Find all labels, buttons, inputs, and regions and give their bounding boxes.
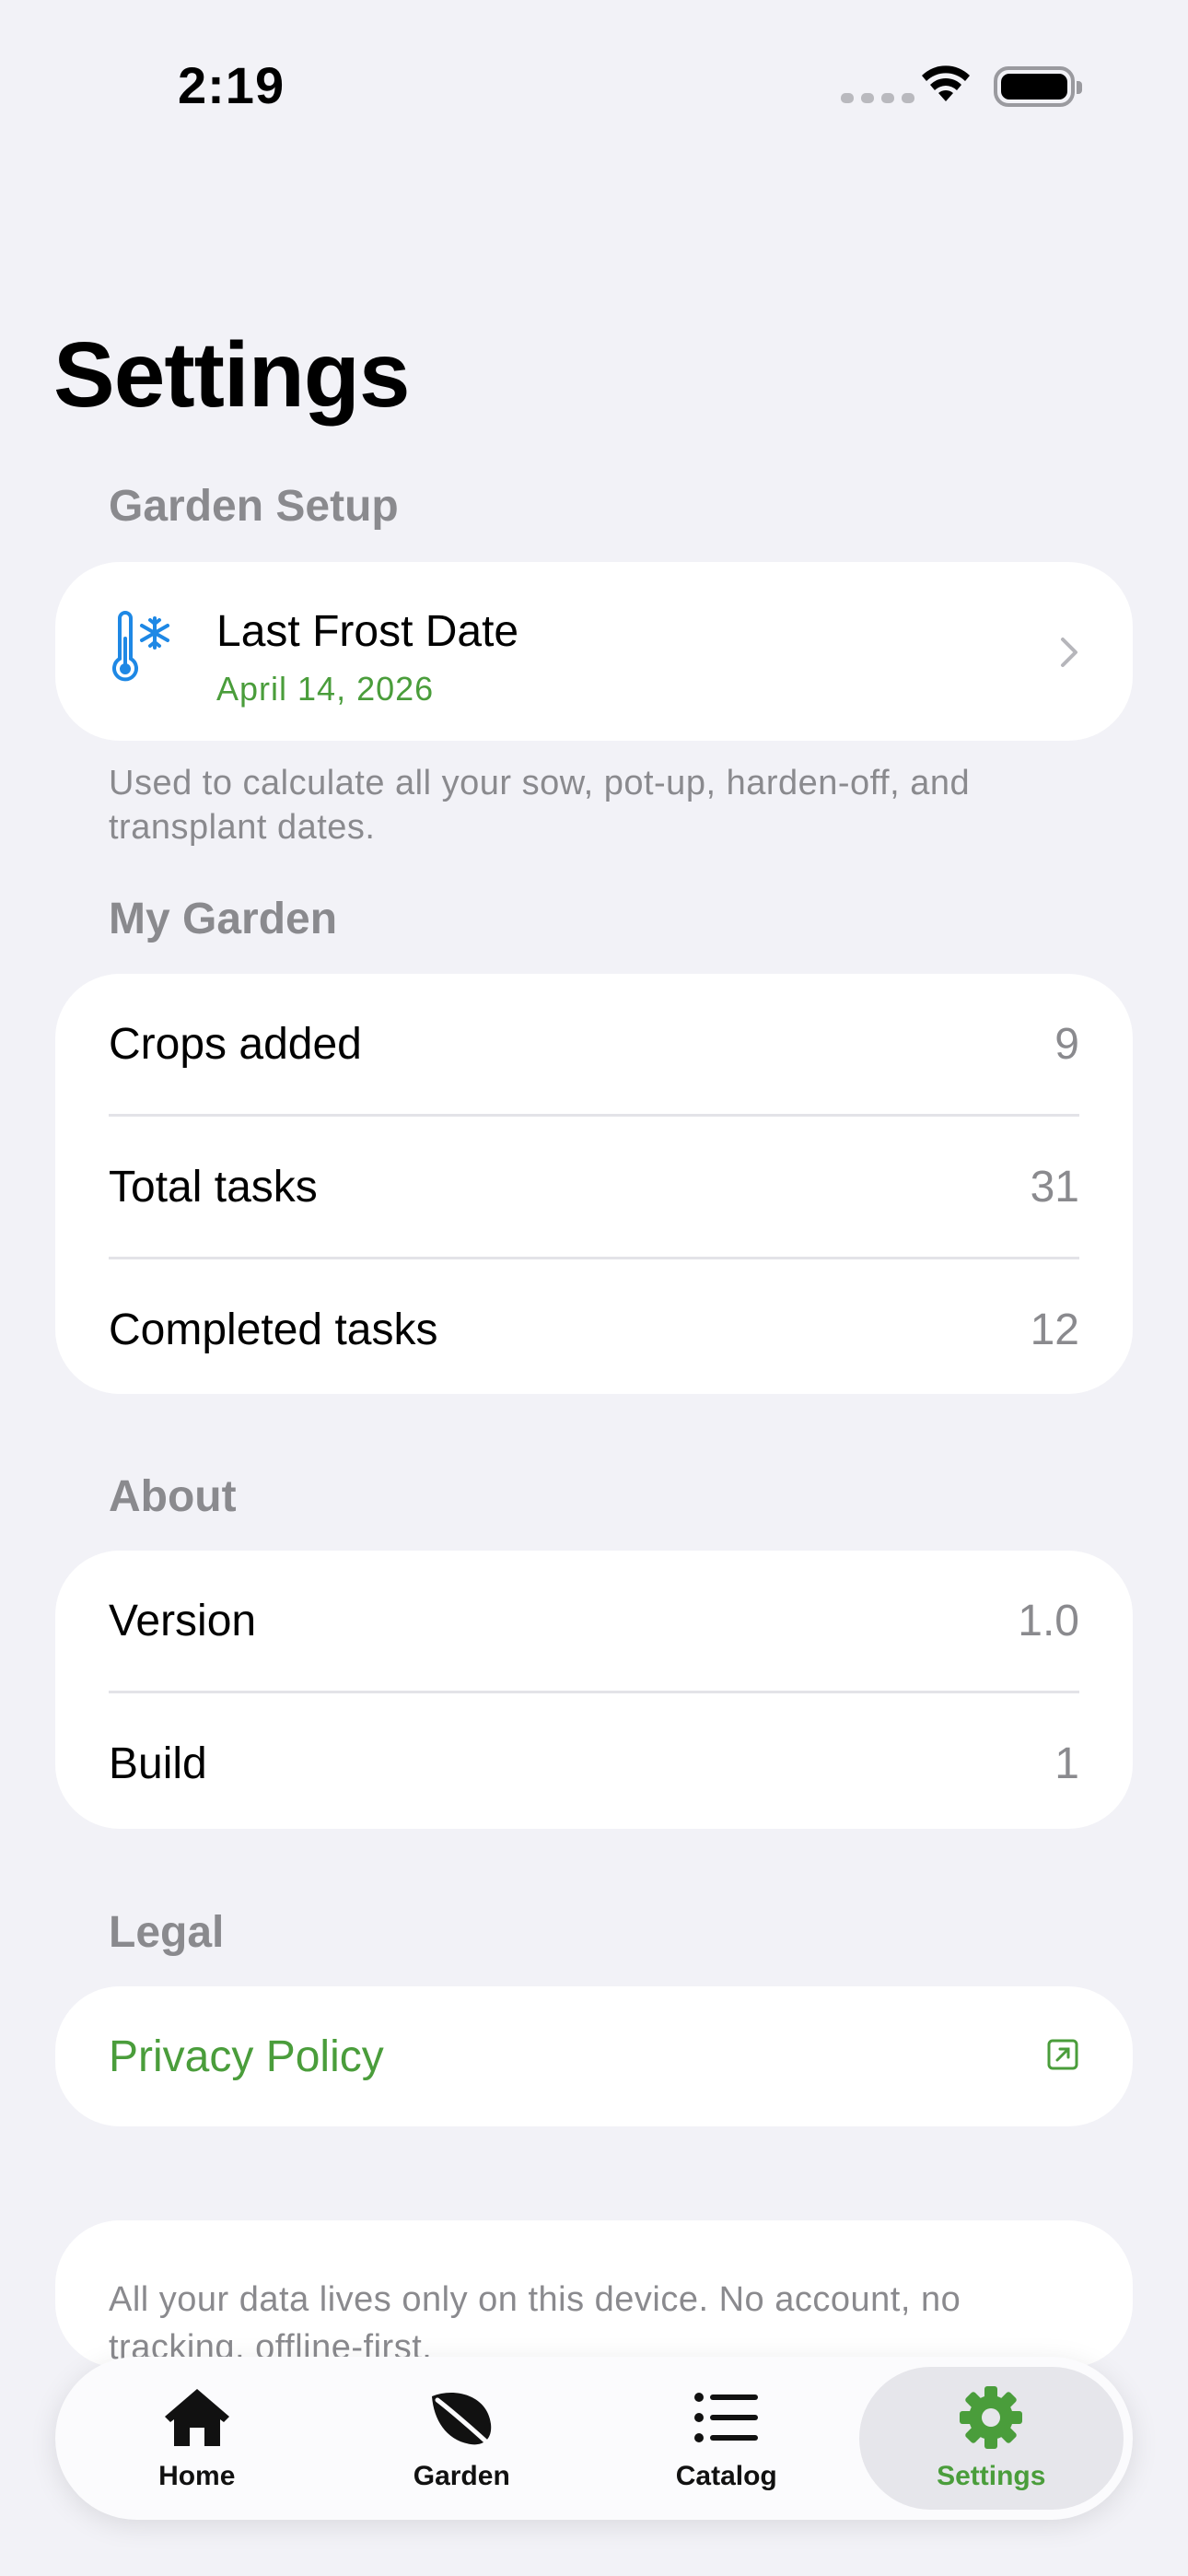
chevron-right-icon — [1059, 636, 1079, 673]
tab-settings[interactable]: Settings — [858, 2367, 1124, 2510]
stat-row-total-tasks: Total tasks 31 — [55, 1117, 1133, 1257]
tab-label: Garden — [413, 2460, 510, 2491]
privacy-policy-link[interactable]: Privacy Policy — [109, 2032, 1046, 2082]
stat-value: 31 — [1030, 1162, 1079, 1212]
page-title: Settings — [53, 323, 410, 427]
stat-label: Completed tasks — [109, 1305, 438, 1354]
stat-row-completed-tasks: Completed tasks 12 — [55, 1259, 1133, 1399]
section-header-my-garden: My Garden — [109, 895, 338, 943]
tab-bar: Home Garden Catalog Settings — [55, 2357, 1133, 2520]
gear-icon — [958, 2385, 1024, 2450]
section-header-legal: Legal — [109, 1908, 225, 1957]
last-frost-date-row[interactable]: Last Frost Date April 14, 2026 — [55, 562, 1133, 741]
stat-label: Crops added — [109, 1019, 362, 1069]
battery-icon — [994, 66, 1082, 107]
frost-date-value: April 14, 2026 — [216, 670, 435, 708]
tab-label: Settings — [937, 2460, 1046, 2491]
tab-home[interactable]: Home — [64, 2367, 330, 2510]
offline-info-note: All your data lives only on this device.… — [55, 2220, 1133, 2368]
my-garden-card: Crops added 9 Total tasks 31 Completed t… — [55, 974, 1133, 1394]
thermometer-snowflake-icon — [109, 611, 173, 695]
section-header-about: About — [109, 1472, 237, 1521]
about-value: 1.0 — [1018, 1596, 1079, 1645]
cellular-signal-icon — [841, 93, 914, 103]
section-header-garden-setup: Garden Setup — [109, 482, 399, 531]
about-value: 1 — [1054, 1739, 1079, 1788]
stat-row-crops-added: Crops added 9 — [55, 974, 1133, 1114]
tab-label: Home — [158, 2460, 236, 2491]
tab-garden[interactable]: Garden — [330, 2367, 595, 2510]
tab-label: Catalog — [675, 2460, 777, 2491]
stat-value: 12 — [1030, 1305, 1079, 1354]
frost-date-title: Last Frost Date — [216, 607, 519, 656]
about-label: Version — [109, 1596, 257, 1645]
leaf-icon — [426, 2385, 496, 2450]
privacy-policy-row[interactable]: Privacy Policy — [55, 1986, 1133, 2126]
status-time: 2:19 — [178, 56, 285, 114]
about-card: Version 1.0 Build 1 — [55, 1551, 1133, 1829]
about-row-build: Build 1 — [55, 1693, 1133, 1833]
house-icon — [161, 2385, 233, 2450]
stat-label: Total tasks — [109, 1162, 318, 1212]
frost-date-footnote: Used to calculate all your sow, pot-up, … — [109, 764, 971, 847]
about-row-version: Version 1.0 — [55, 1551, 1133, 1691]
stat-value: 9 — [1054, 1019, 1079, 1069]
external-link-icon — [1046, 2032, 1079, 2082]
tab-catalog[interactable]: Catalog — [594, 2367, 859, 2510]
about-label: Build — [109, 1739, 207, 1788]
wifi-icon — [919, 64, 973, 110]
list-icon — [693, 2385, 760, 2450]
